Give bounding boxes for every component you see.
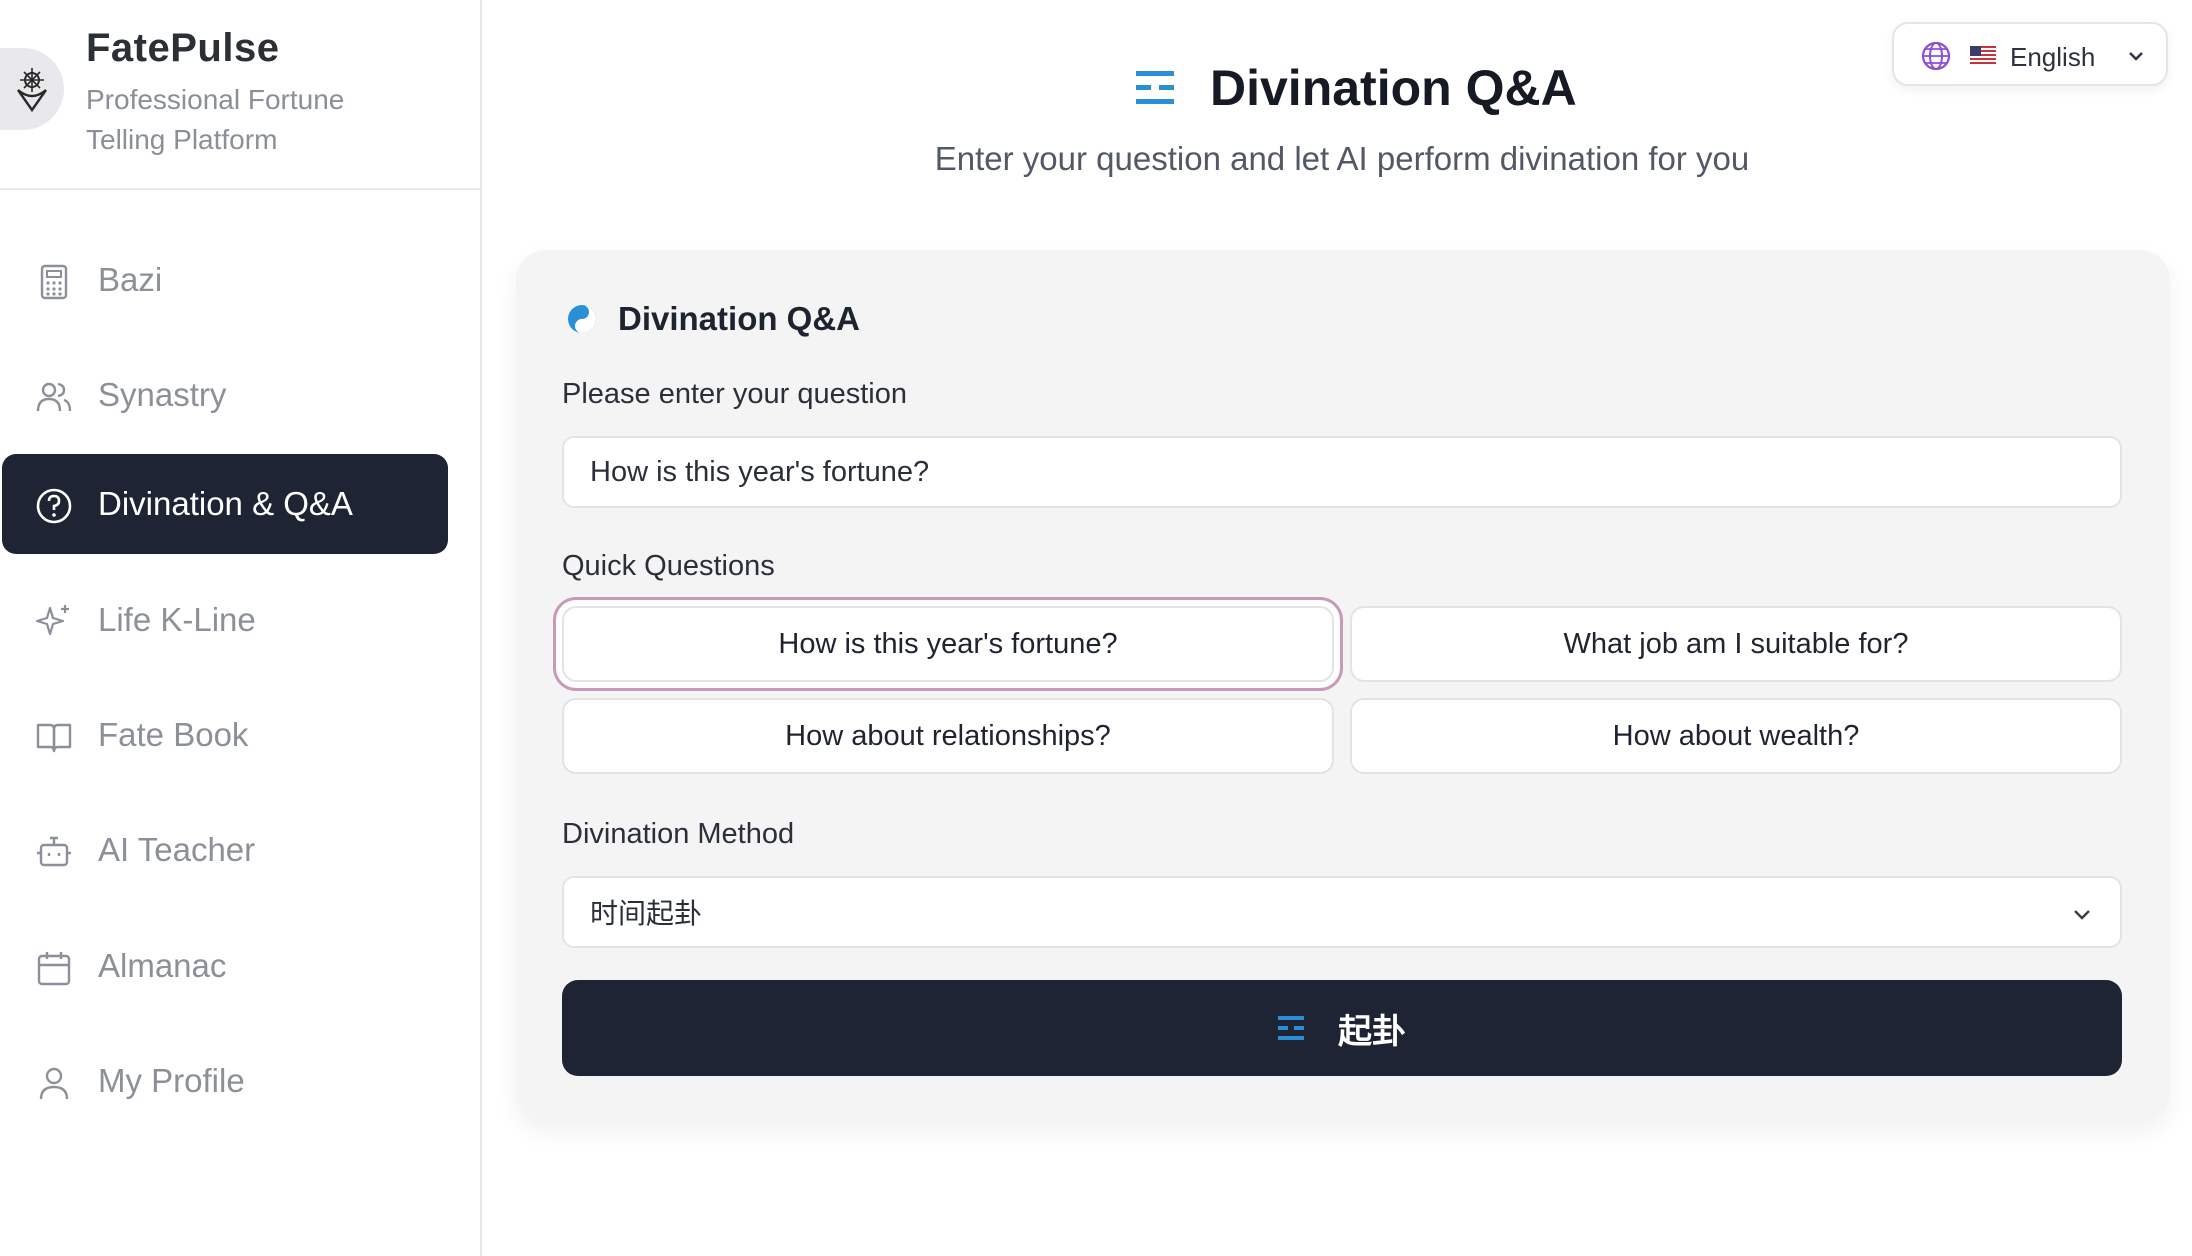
sidebar-item-bazi[interactable]: Bazi xyxy=(2,230,448,330)
brand: FatePulse Professional Fortune Telling P… xyxy=(0,0,480,190)
quick-question-button[interactable]: What job am I suitable for? xyxy=(1350,606,2122,682)
page-title: Divination Q&A xyxy=(1210,60,1577,116)
user-icon xyxy=(39,1067,69,1100)
sparkles-icon xyxy=(35,605,69,636)
page-header: Divination Q&A xyxy=(1136,58,1577,118)
sidebar-item-synastry[interactable]: Synastry xyxy=(2,345,448,445)
submit-label: 起卦 xyxy=(1338,1012,1406,1051)
chevron-down-icon xyxy=(2129,52,2143,61)
brand-tagline: Professional Fortune Telling Platform xyxy=(86,84,345,155)
language-selector[interactable]: English xyxy=(1892,22,2168,86)
calculator-icon xyxy=(40,264,68,300)
sidebar-item-label: Divination & Q&A xyxy=(98,485,353,522)
sidebar-item-label: Almanac xyxy=(98,947,227,984)
hexagram-icon xyxy=(1278,1016,1304,1040)
yin-yang-icon xyxy=(568,305,596,333)
question-label: Please enter your question xyxy=(562,378,907,410)
submit-divination-button[interactable]: 起卦 xyxy=(562,980,2122,1076)
calendar-icon xyxy=(37,952,71,986)
language-label: English xyxy=(2010,42,2096,72)
sidebar-item-label: Bazi xyxy=(98,261,163,298)
book-open-icon xyxy=(36,723,72,753)
users-icon xyxy=(36,382,72,412)
sidebar: FatePulse Professional Fortune Telling P… xyxy=(0,0,482,1256)
app-root: FatePulse Professional Fortune Telling P… xyxy=(0,0,2192,1256)
divination-card: Divination Q&A Please enter your questio… xyxy=(516,250,2170,1122)
method-select[interactable]: 时间起卦 xyxy=(562,876,2122,948)
sidebar-item-label: AI Teacher xyxy=(98,831,256,868)
sidebar-item-ai-teacher[interactable]: AI Teacher xyxy=(2,800,448,900)
question-input[interactable]: How is this year's fortune? xyxy=(562,436,2122,508)
card-title: Divination Q&A xyxy=(618,300,861,337)
sidebar-item-my-profile[interactable]: My Profile xyxy=(2,1031,448,1131)
quick-question-button[interactable]: How about wealth? xyxy=(1350,698,2122,774)
brand-name: FatePulse xyxy=(86,26,280,70)
robot-icon xyxy=(37,836,71,867)
page-subtitle: Enter your question and let AI perform d… xyxy=(934,140,1750,177)
hexagram-icon xyxy=(1136,71,1174,104)
sidebar-item-label: Fate Book xyxy=(98,716,249,753)
us-flag-icon xyxy=(1970,46,1996,64)
brand-logo-icon[interactable] xyxy=(0,48,64,130)
quick-question-button[interactable]: How about relationships? xyxy=(562,698,1334,774)
globe-icon xyxy=(1921,41,1951,71)
sidebar-item-label: Life K-Line xyxy=(98,601,256,638)
sidebar-item-divination[interactable]: Divination & Q&A xyxy=(2,454,448,554)
question-circle-icon xyxy=(36,488,72,524)
sidebar-item-almanac[interactable]: Almanac xyxy=(2,916,448,1016)
chevron-down-icon xyxy=(2074,910,2090,920)
method-select-value: 时间起卦 xyxy=(590,898,703,929)
quick-question-button[interactable]: How is this year's fortune? xyxy=(562,606,1334,682)
sidebar-item-life-k-line[interactable]: Life K-Line xyxy=(2,570,448,670)
sidebar-item-label: Synastry xyxy=(98,376,227,413)
sidebar-item-label: My Profile xyxy=(98,1062,245,1099)
card-header: Divination Q&A xyxy=(566,300,860,338)
quick-questions-label: Quick Questions xyxy=(562,550,775,582)
method-label: Divination Method xyxy=(562,818,795,850)
sidebar-item-fate-book[interactable]: Fate Book xyxy=(2,685,448,785)
